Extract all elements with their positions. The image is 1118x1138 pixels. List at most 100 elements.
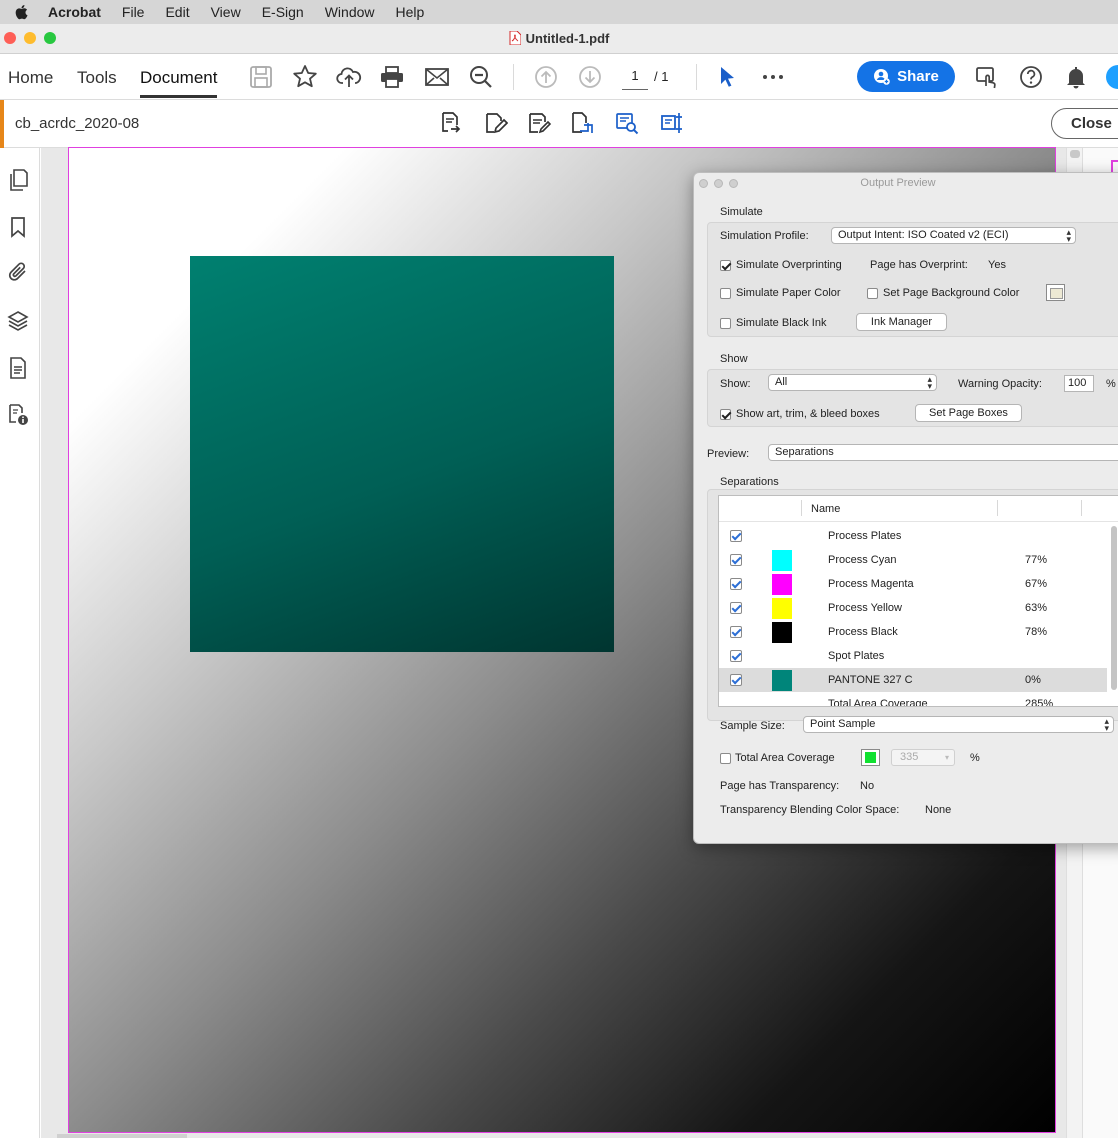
menu-app-name[interactable]: Acrobat (48, 4, 101, 20)
bookmarks-icon[interactable] (6, 215, 30, 239)
select-arrows-icon: ▴ ▾ (927, 374, 932, 391)
preview-value: Separations (775, 446, 834, 458)
simulate-paper-color-checkbox[interactable] (720, 288, 731, 299)
blending-space-value: None (925, 804, 952, 816)
tac-warning-color-swatch[interactable] (861, 749, 880, 766)
separation-checkbox[interactable] (730, 530, 742, 542)
previous-page-icon[interactable] (533, 64, 559, 90)
separations-table-header: Name (719, 496, 1118, 522)
fill-sign-icon[interactable] (526, 110, 552, 136)
separation-row[interactable]: Process Black 78% (719, 620, 1107, 644)
separation-row[interactable]: Process Yellow 63% (719, 596, 1107, 620)
preflight-search-icon[interactable] (614, 110, 640, 136)
show-boxes-label: Show art, trim, & bleed boxes (736, 408, 880, 420)
warning-opacity-label: Warning Opacity: (958, 378, 1042, 390)
separation-percent: 0% (1025, 674, 1041, 686)
select-arrows-icon: ▴ ▾ (1066, 227, 1071, 244)
warning-opacity-input[interactable]: 100 (1064, 375, 1094, 392)
print-production-icon[interactable] (659, 110, 685, 136)
page-number-input[interactable]: 1 (622, 68, 648, 90)
separation-checkbox[interactable] (730, 626, 742, 638)
column-header-name[interactable]: Name (811, 503, 840, 515)
scrollbar-thumb[interactable] (1070, 150, 1080, 158)
save-icon[interactable] (248, 64, 274, 90)
separation-checkbox[interactable] (730, 554, 742, 566)
show-boxes-checkbox[interactable] (720, 409, 731, 420)
edit-pdf-icon[interactable] (482, 110, 508, 136)
email-icon[interactable] (424, 64, 450, 90)
notifications-bell-icon[interactable] (1063, 64, 1089, 90)
show-label: Show: (720, 378, 751, 390)
separation-checkbox[interactable] (730, 674, 742, 686)
ink-manager-button[interactable]: Ink Manager (856, 313, 947, 331)
share-button[interactable]: Share (857, 61, 955, 92)
show-select[interactable]: All ▴ ▾ (768, 374, 937, 391)
separation-row[interactable]: Spot Plates (719, 644, 1107, 668)
help-icon[interactable] (1018, 64, 1044, 90)
tab-home[interactable]: Home (8, 68, 53, 88)
sample-size-value: Point Sample (810, 718, 876, 730)
separation-name: PANTONE 327 C (828, 674, 913, 686)
column-divider (997, 500, 998, 516)
total-area-coverage-checkbox[interactable] (720, 753, 731, 764)
set-page-boxes-button[interactable]: Set Page Boxes (915, 404, 1022, 422)
export-pdf-icon[interactable] (437, 110, 463, 136)
warning-opacity-percent: % (1106, 378, 1116, 390)
simulate-group: Simulation Profile: Output Intent: ISO C… (707, 222, 1118, 337)
sample-size-select[interactable]: Point Sample ▴ ▾ (803, 716, 1114, 733)
simulate-paper-color-label: Simulate Paper Color (736, 287, 841, 299)
menu-edit[interactable]: Edit (165, 4, 189, 20)
separation-name: Process Yellow (828, 602, 902, 614)
separation-row[interactable]: Total Area Coverage 285% (719, 692, 1107, 706)
separation-checkbox[interactable] (730, 650, 742, 662)
document-properties-icon[interactable] (6, 356, 30, 380)
simulation-profile-select[interactable]: Output Intent: ISO Coated v2 (ECI) ▴ ▾ (831, 227, 1076, 244)
separation-row[interactable]: Process Magenta 67% (719, 572, 1107, 596)
preview-select[interactable]: Separations ▴▾ (768, 444, 1118, 461)
touch-share-icon[interactable] (974, 64, 1000, 90)
zoom-search-icon[interactable] (468, 64, 494, 90)
menu-esign[interactable]: E-Sign (262, 4, 304, 20)
crop-pages-icon[interactable] (569, 110, 595, 136)
order-info-icon[interactable] (6, 403, 30, 427)
more-options-icon[interactable] (760, 64, 786, 90)
apple-icon[interactable] (14, 4, 28, 20)
separation-row[interactable]: Process Cyan 77% (719, 548, 1107, 572)
tab-document[interactable]: Document (140, 68, 218, 98)
separation-color-swatch (772, 574, 792, 595)
simulate-overprinting-checkbox[interactable] (720, 260, 731, 271)
page-thumbnails-icon[interactable] (6, 168, 30, 192)
document-filename: cb_acrdc_2020-08 (15, 115, 140, 132)
separations-header: Separations (720, 476, 779, 488)
user-avatar[interactable] (1106, 65, 1118, 89)
separation-row[interactable]: Process Plates (719, 524, 1107, 548)
separation-row-selected[interactable]: PANTONE 327 C 0% (719, 668, 1107, 692)
close-document-button[interactable]: Close (1051, 108, 1118, 139)
menu-view[interactable]: View (211, 4, 241, 20)
layers-icon[interactable] (6, 309, 30, 333)
tac-percent: % (970, 752, 980, 764)
simulate-black-ink-checkbox[interactable] (720, 318, 731, 329)
select-cursor-icon[interactable] (714, 64, 740, 90)
set-page-bg-color-checkbox[interactable] (867, 288, 878, 299)
tac-value-combobox[interactable]: 335 ▾ (891, 749, 955, 766)
menu-file[interactable]: File (122, 4, 145, 20)
attachments-icon[interactable] (6, 260, 30, 284)
show-value: All (775, 376, 788, 388)
next-page-icon[interactable] (577, 64, 603, 90)
transparency-value: No (860, 780, 875, 792)
tab-tools[interactable]: Tools (77, 68, 117, 88)
separation-checkbox[interactable] (730, 602, 742, 614)
menu-window[interactable]: Window (325, 4, 375, 20)
separation-percent: 67% (1025, 578, 1048, 590)
menu-help[interactable]: Help (396, 4, 425, 20)
print-icon[interactable] (379, 64, 405, 90)
cloud-upload-icon[interactable] (336, 64, 362, 90)
separation-checkbox[interactable] (730, 578, 742, 590)
bookmark-star-icon[interactable] (292, 64, 318, 90)
document-horizontal-scrollbar[interactable] (57, 1134, 187, 1138)
separations-scrollbar[interactable] (1111, 526, 1117, 690)
blending-space-label: Transparency Blending Color Space: (720, 804, 900, 816)
total-area-coverage-label: Total Area Coverage (735, 752, 835, 764)
page-background-color-swatch[interactable] (1046, 284, 1065, 301)
